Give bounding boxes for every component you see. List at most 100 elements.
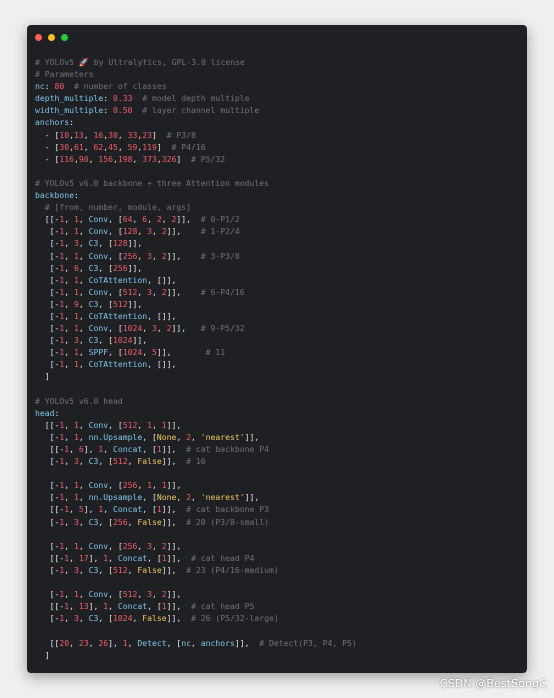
- code-line: [[-1, 6], 1, Concat, [1]], # cat backbon…: [35, 443, 521, 455]
- code-token: # [from, number, module, args]: [44, 202, 191, 213]
- code-token: ,: [132, 613, 143, 624]
- code-token: ,: [132, 153, 143, 164]
- code-token: C3: [88, 564, 99, 575]
- code-token: :: [69, 117, 74, 128]
- code-token: ,: [78, 262, 89, 273]
- code-token: 30: [108, 129, 118, 140]
- code-token: ]],: [171, 323, 201, 334]
- code-token: ]],: [161, 456, 187, 467]
- code-token: # cat backbone P4: [186, 444, 269, 454]
- code-token: ],: [88, 601, 104, 612]
- code-token: ]: [176, 153, 191, 164]
- code-token: ,: [83, 141, 94, 152]
- code-token: [[: [35, 637, 60, 648]
- code-token: ,: [64, 238, 74, 249]
- code-token: C3: [88, 613, 99, 624]
- close-dot[interactable]: [35, 34, 42, 41]
- code-token: 256: [113, 516, 128, 527]
- code-token: - [: [35, 153, 60, 164]
- maximize-dot[interactable]: [61, 34, 68, 41]
- code-token: ]],: [127, 298, 143, 309]
- code-token: 256: [113, 262, 128, 273]
- code-line: [-1, 1, SPPF, [1024, 5]], # 11: [35, 346, 521, 358]
- code-token: ,: [78, 226, 89, 237]
- code-token: 1024: [122, 347, 143, 358]
- code-token: ]],: [166, 613, 191, 624]
- code-token: 512: [113, 456, 128, 467]
- code-token: :: [103, 105, 113, 116]
- code-token: depth_multiple: [35, 93, 104, 104]
- code-token: , [: [108, 589, 123, 600]
- code-token: ,: [156, 323, 167, 334]
- code-token: ,: [64, 226, 74, 237]
- code-token: [-: [35, 335, 60, 346]
- code-token: C3: [88, 516, 99, 527]
- code-token: 26: [98, 637, 109, 648]
- code-token: [[-: [35, 504, 65, 515]
- code-token: ,: [108, 601, 118, 612]
- code-token: [[-: [35, 419, 60, 430]
- code-line: [-1, 1, Conv, [256, 3, 2]], # 3-P3/8: [35, 250, 521, 262]
- code-token: False: [142, 613, 167, 624]
- code-token: C3: [88, 335, 99, 346]
- code-token: # 6-P4/16: [200, 286, 245, 297]
- code-token: 'nearest': [200, 492, 245, 503]
- code-token: ,: [127, 564, 138, 575]
- code-token: ]],: [244, 492, 260, 503]
- code-token: ,: [137, 419, 148, 430]
- code-line: [[-1, 13], 1, Concat, [1]], # cat head P…: [35, 600, 521, 612]
- code-line: - [30,61, 62,45, 59,119] # P4/16: [35, 141, 521, 153]
- code-token: [[-: [35, 601, 65, 612]
- code-token: # 0-P1/2: [200, 214, 240, 225]
- code-token: ,: [137, 589, 148, 600]
- code-token: ,: [117, 141, 128, 152]
- code-token: 198: [117, 153, 133, 164]
- code-token: 23: [78, 637, 89, 648]
- code-token: [-: [35, 226, 60, 237]
- code-token: 61: [74, 141, 84, 152]
- code-token: False: [137, 456, 162, 467]
- code-token: ,: [64, 480, 74, 491]
- code-token: ]],: [244, 431, 260, 442]
- code-token: Conv: [88, 214, 109, 225]
- code-token: ,: [64, 347, 74, 358]
- code-line: # YOLOv5 v6.0 backbone + three Attention…: [35, 177, 521, 189]
- code-token: anchors: [35, 117, 70, 128]
- code-token: [-: [35, 492, 60, 503]
- code-block: # YOLOv5 🚀 by Ultralytics, GPL-3.0 licen…: [35, 56, 521, 661]
- code-token: ,: [78, 286, 89, 297]
- code-line: [-1, 9, C3, [512]],: [35, 298, 521, 310]
- code-token: ]],: [161, 516, 187, 527]
- code-token: ]: [156, 141, 172, 152]
- code-token: , [: [98, 516, 113, 527]
- code-token: SPPF: [88, 347, 109, 358]
- code-token: Conv: [88, 419, 109, 430]
- code-token: ,: [78, 431, 89, 442]
- code-token: by Ultralytics, GPL-3.0 license: [88, 57, 245, 67]
- code-line: [-1, 3, C3, [1024]],: [35, 334, 521, 346]
- code-token: , [: [142, 431, 157, 442]
- code-token: CoTAttention: [88, 274, 148, 285]
- code-token: , [: [166, 637, 182, 648]
- code-token: ,: [103, 504, 113, 515]
- code-token: # 26 (P5/32-large): [191, 613, 279, 624]
- code-token: ,: [64, 613, 74, 624]
- code-token: Concat: [117, 601, 148, 612]
- code-token: # 3-P3/8: [200, 250, 240, 261]
- minimize-dot[interactable]: [48, 34, 55, 41]
- code-line: depth_multiple: 0.33 # model depth multi…: [35, 92, 521, 104]
- code-token: ,: [78, 589, 89, 600]
- code-token: ,: [64, 250, 74, 261]
- code-token: 1024: [113, 613, 133, 624]
- code-token: 373: [142, 153, 157, 164]
- code-token: , [: [108, 286, 123, 297]
- code-token: Conv: [88, 589, 109, 600]
- code-token: ]],: [132, 335, 148, 346]
- code-token: 'nearest': [200, 431, 245, 442]
- code-token: , [: [98, 262, 113, 273]
- code-token: , [: [98, 613, 113, 624]
- code-token: ,: [190, 492, 201, 503]
